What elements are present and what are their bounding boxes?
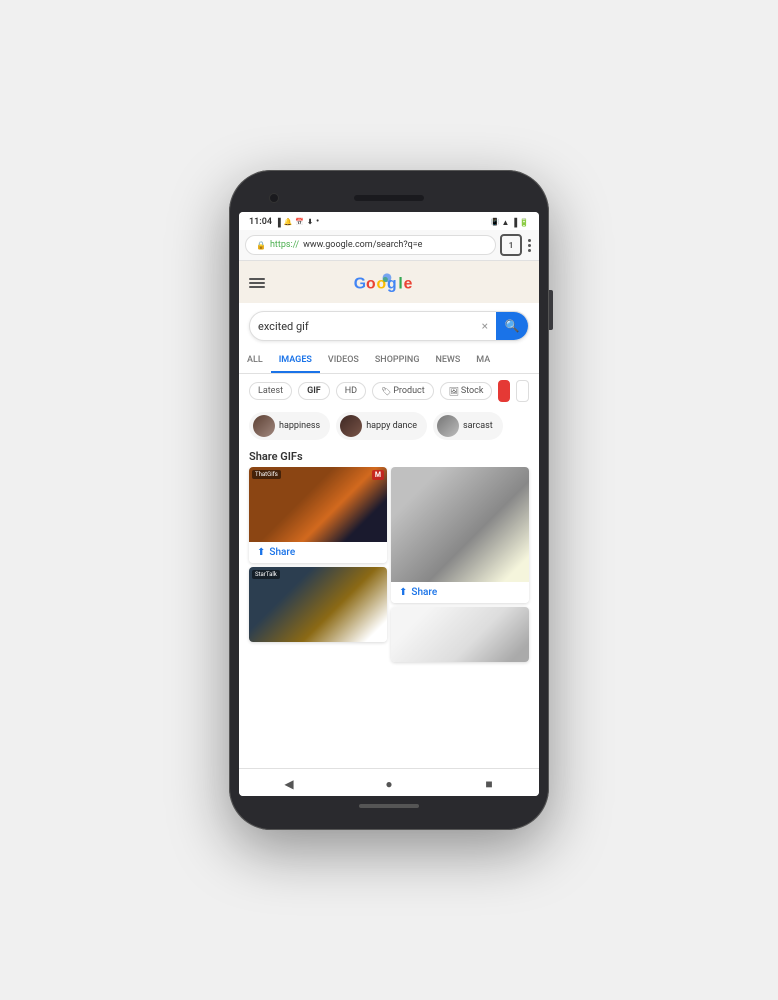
time-display: 11:04 xyxy=(249,217,272,227)
filter-color-white[interactable] xyxy=(516,380,529,402)
menu-dot xyxy=(528,249,531,252)
url-bar[interactable]: 🔒 https:// www.google.com/search?q=e xyxy=(245,235,496,255)
filter-latest[interactable]: Latest xyxy=(249,382,292,400)
filter-product[interactable]: 🏷 Product xyxy=(372,382,434,400)
tab-images[interactable]: IMAGES xyxy=(271,349,320,373)
filter-hd[interactable]: HD xyxy=(336,382,366,400)
recents-button[interactable]: ■ xyxy=(481,776,497,792)
hamburger-line xyxy=(249,282,265,284)
gif-type-badge-1: M xyxy=(372,470,384,480)
phone-bottom-indicator xyxy=(359,804,419,808)
suggestion-sarcastic[interactable]: sarcast xyxy=(433,412,503,440)
filter-stock[interactable]: 🖼 Stock xyxy=(440,382,493,400)
tab-news[interactable]: NEWS xyxy=(427,349,468,373)
camera xyxy=(269,193,279,203)
wifi-icon: ▲ xyxy=(501,218,509,227)
phone-screen: 11:04 ▐ 🔔 📅 ⬇ • 📳 ▲ ▐ 🔋 🔒 https:// www.g… xyxy=(239,212,539,796)
gif-card-4[interactable] xyxy=(391,607,529,662)
gif-share-button-1[interactable]: ⬆ Share xyxy=(249,542,387,563)
gif-image-2 xyxy=(391,467,529,582)
signal-icon: ▐ xyxy=(275,218,281,227)
gif-share-button-2[interactable]: ⬆ Share xyxy=(391,582,529,603)
gif-column-right: ⬆ Share xyxy=(391,467,529,768)
hamburger-line xyxy=(249,286,265,288)
battery-icon: 🔋 xyxy=(519,218,529,227)
gif-image-4 xyxy=(391,607,529,662)
menu-dot xyxy=(528,244,531,247)
tab-count-button[interactable]: 1 xyxy=(500,234,522,256)
svg-text:G: G xyxy=(354,275,366,292)
search-button[interactable]: 🔍 xyxy=(496,312,528,340)
gif-card-1[interactable]: ThatGifs M ⬆ Share xyxy=(249,467,387,563)
vibrate-icon: 📳 xyxy=(491,218,500,226)
filter-chips: Latest GIF HD 🏷 Product 🖼 Stock xyxy=(239,374,539,408)
signal-strength-icon: ▐ xyxy=(511,218,517,227)
bottom-navigation: ◀ ● ■ xyxy=(239,768,539,796)
suggestion-happy-dance[interactable]: happy dance xyxy=(336,412,427,440)
tab-more[interactable]: MA xyxy=(468,349,498,373)
gif-source-badge-1: ThatGifs xyxy=(252,470,281,479)
google-header: G o o g l e xyxy=(239,261,539,303)
svg-text:o: o xyxy=(366,275,376,292)
gif-source-badge-3: StarTalk xyxy=(252,570,280,579)
status-icons: 📳 ▲ ▐ 🔋 xyxy=(491,218,529,227)
tab-navigation: ALL IMAGES VIDEOS SHOPPING NEWS MA xyxy=(239,349,539,374)
dot-indicator: • xyxy=(316,217,319,227)
suggestion-happiness[interactable]: happiness xyxy=(249,412,330,440)
url-https: https:// xyxy=(270,240,299,250)
suggestion-avatar-1 xyxy=(253,415,275,437)
gif-image-3: StarTalk xyxy=(249,567,387,642)
hamburger-menu[interactable] xyxy=(249,278,265,288)
search-query-text: excited gif xyxy=(258,320,482,333)
tab-videos[interactable]: VIDEOS xyxy=(320,349,367,373)
gif-card-2[interactable]: ⬆ Share xyxy=(391,467,529,603)
gif-grid: ThatGifs M ⬆ Share StarTalk xyxy=(239,467,539,768)
svg-text:e: e xyxy=(404,275,413,292)
url-bar-container: 🔒 https:// www.google.com/search?q=e 1 xyxy=(239,230,539,261)
tab-all[interactable]: ALL xyxy=(239,349,271,373)
search-magnifier-icon: 🔍 xyxy=(505,319,520,333)
power-button[interactable] xyxy=(549,290,553,330)
status-bar: 11:04 ▐ 🔔 📅 ⬇ • 📳 ▲ ▐ 🔋 xyxy=(239,212,539,230)
menu-dot xyxy=(528,239,531,242)
search-bar-area: excited gif × 🔍 xyxy=(239,303,539,349)
tab-shopping[interactable]: SHOPPING xyxy=(367,349,428,373)
hamburger-line xyxy=(249,278,265,280)
product-icon: 🏷 xyxy=(381,387,391,396)
status-time: 11:04 ▐ 🔔 📅 ⬇ • xyxy=(249,217,319,227)
phone: 11:04 ▐ 🔔 📅 ⬇ • 📳 ▲ ▐ 🔋 🔒 https:// www.g… xyxy=(229,170,549,830)
phone-top-bar xyxy=(239,184,539,212)
suggestion-pills: happiness happy dance sarcast xyxy=(239,408,539,444)
share-gifs-label: Share GIFs xyxy=(239,444,539,467)
calendar-icon: 📅 xyxy=(295,218,304,226)
clear-search-icon[interactable]: × xyxy=(482,319,488,333)
share-icon-1: ⬆ xyxy=(257,547,265,558)
speaker xyxy=(354,195,424,201)
gif-column-left: ThatGifs M ⬆ Share StarTalk xyxy=(249,467,387,768)
filter-gif[interactable]: GIF xyxy=(298,382,330,400)
svg-text:l: l xyxy=(398,275,402,292)
notification-icon: 🔔 xyxy=(284,218,293,226)
filter-color-red[interactable] xyxy=(498,380,510,402)
gif-card-3[interactable]: StarTalk xyxy=(249,567,387,642)
content-area: G o o g l e xyxy=(239,261,539,796)
gif-image-1: ThatGifs M xyxy=(249,467,387,542)
browser-menu-button[interactable] xyxy=(526,237,533,254)
home-button[interactable]: ● xyxy=(381,776,397,792)
stock-icon: 🖼 xyxy=(449,387,459,396)
back-button[interactable]: ◀ xyxy=(281,776,297,792)
url-text: www.google.com/search?q=e xyxy=(303,240,422,250)
google-logo[interactable]: G o o g l e xyxy=(352,269,422,297)
search-bar[interactable]: excited gif × 🔍 xyxy=(249,311,529,341)
download-icon: ⬇ xyxy=(307,218,313,226)
phone-bottom xyxy=(359,796,419,816)
share-icon-2: ⬆ xyxy=(399,587,407,598)
lock-icon: 🔒 xyxy=(256,241,266,250)
suggestion-avatar-3 xyxy=(437,415,459,437)
google-doodle-svg: G o o g l e xyxy=(352,269,422,297)
suggestion-avatar-2 xyxy=(340,415,362,437)
